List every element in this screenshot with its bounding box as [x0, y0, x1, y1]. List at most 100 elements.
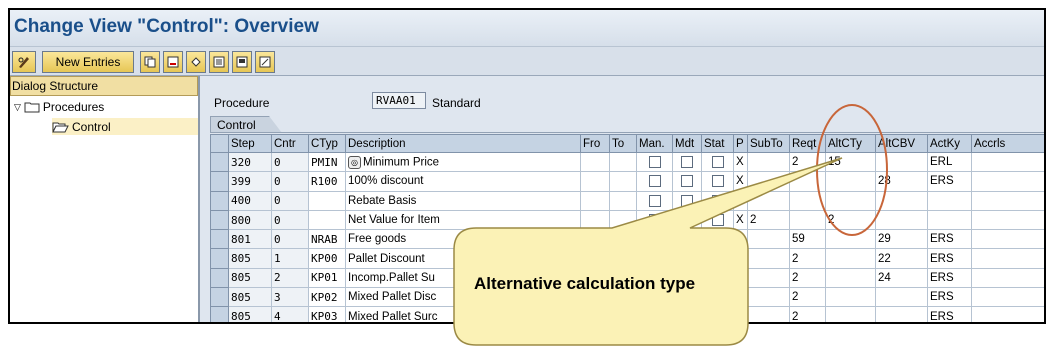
checkbox[interactable]: [681, 310, 693, 322]
col-ctyp[interactable]: CTyp: [308, 134, 346, 153]
cell-subto[interactable]: [747, 171, 790, 192]
procedure-field[interactable]: RVAA01: [372, 92, 426, 109]
checkbox[interactable]: [711, 252, 724, 265]
cell-cntr[interactable]: 0: [271, 151, 309, 173]
cell-cntr[interactable]: 0: [271, 171, 309, 192]
cell-accrls[interactable]: [971, 151, 1044, 173]
cell-description[interactable]: Net Value for Item: [345, 209, 581, 231]
cell-subto[interactable]: [747, 151, 790, 173]
row-selector[interactable]: [210, 209, 229, 231]
cell-stat[interactable]: [701, 306, 734, 322]
col-stat[interactable]: Stat: [701, 134, 734, 153]
cell-fro[interactable]: [580, 209, 610, 231]
row-selector[interactable]: [210, 306, 229, 322]
select-block-button[interactable]: [232, 51, 252, 73]
cell-mdt[interactable]: [672, 190, 702, 211]
col-altcbv[interactable]: AltCBV: [875, 134, 928, 153]
tree-item-control[interactable]: Control: [52, 118, 198, 135]
checkbox[interactable]: [711, 194, 724, 207]
cell-altcty[interactable]: 15: [825, 151, 876, 173]
cell-altcty[interactable]: [825, 306, 876, 322]
table-row[interactable]: 320 0 PMIN ◎ Minimum Price X 2 15 ERL: [210, 151, 1044, 173]
cell-step[interactable]: 801: [228, 229, 272, 250]
cell-accrls[interactable]: [971, 306, 1044, 322]
checkbox[interactable]: [648, 310, 661, 322]
cell-accrls[interactable]: [971, 229, 1044, 250]
new-entries-button[interactable]: New Entries: [42, 51, 134, 73]
cell-actky[interactable]: ERS: [927, 171, 972, 192]
cell-accrls[interactable]: [971, 171, 1044, 192]
cell-accrls[interactable]: [971, 267, 1044, 289]
cell-stat[interactable]: [701, 248, 734, 269]
cell-to[interactable]: [609, 171, 637, 192]
cell-ctyp[interactable]: KP01: [308, 267, 346, 289]
cell-altcbv[interactable]: [875, 287, 928, 308]
cell-to[interactable]: [609, 209, 637, 231]
cell-step[interactable]: 400: [228, 190, 272, 211]
cell-to[interactable]: [609, 248, 637, 269]
cell-fro[interactable]: [580, 190, 610, 211]
cell-altcty[interactable]: [825, 248, 876, 269]
tree-item-procedures[interactable]: ▽ Procedures: [14, 100, 104, 114]
table-row[interactable]: 801 0 NRAB Free goods X 59 29 ERS: [210, 229, 1044, 250]
row-selector[interactable]: [210, 190, 229, 211]
cell-altcbv[interactable]: 24: [875, 267, 928, 289]
table-row[interactable]: 400 0 Rebate Basis: [210, 190, 1044, 211]
cell-mdt[interactable]: [672, 171, 702, 192]
cell-to[interactable]: [609, 190, 637, 211]
cell-fro[interactable]: [580, 151, 610, 173]
table-row[interactable]: 805 1 KP00 Pallet Discount 2 22 ERS: [210, 248, 1044, 269]
cell-cntr[interactable]: 0: [271, 209, 309, 231]
cell-altcty[interactable]: [825, 287, 876, 308]
col-accrls[interactable]: Accrls: [971, 134, 1044, 153]
cell-fro[interactable]: [580, 171, 610, 192]
cell-mdt[interactable]: [672, 209, 702, 231]
cell-subto[interactable]: [747, 190, 790, 211]
cell-actky[interactable]: [927, 190, 972, 211]
cell-subto[interactable]: [747, 267, 790, 289]
cell-man[interactable]: [636, 229, 673, 250]
checkbox[interactable]: [711, 214, 724, 227]
cell-p[interactable]: X: [733, 151, 748, 173]
checkbox[interactable]: [681, 252, 693, 265]
table-row[interactable]: 800 0 Net Value for Item X 2 2: [210, 209, 1044, 231]
cell-p[interactable]: [733, 267, 748, 289]
cell-man[interactable]: [636, 171, 673, 192]
cell-reqt[interactable]: 2: [789, 151, 826, 173]
cell-p[interactable]: [733, 190, 748, 211]
table-row[interactable]: 805 4 KP03 Mixed Pallet Surc 2 ERS: [210, 306, 1044, 322]
col-altcty[interactable]: AltCTy: [825, 134, 876, 153]
col-step[interactable]: Step: [228, 134, 272, 153]
cell-reqt[interactable]: 2: [789, 287, 826, 308]
checkbox[interactable]: [711, 175, 724, 188]
table-row[interactable]: 399 0 R100 100% discount X 28 ERS: [210, 171, 1044, 192]
cell-ctyp[interactable]: KP03: [308, 306, 346, 322]
cell-ctyp[interactable]: KP00: [308, 248, 346, 269]
cell-altcbv[interactable]: [875, 151, 928, 173]
cell-actky[interactable]: ERS: [927, 229, 972, 250]
row-selector[interactable]: [210, 151, 229, 173]
cell-actky[interactable]: [927, 209, 972, 231]
display-change-button[interactable]: [12, 51, 36, 73]
col-man[interactable]: Man.: [636, 134, 673, 153]
cell-fro[interactable]: [580, 229, 610, 250]
col-fro[interactable]: Fro: [580, 134, 610, 153]
checkbox[interactable]: [648, 214, 661, 227]
cell-ctyp[interactable]: PMIN: [308, 151, 346, 173]
checkbox[interactable]: [681, 214, 693, 227]
cell-altcbv[interactable]: [875, 190, 928, 211]
cell-ctyp[interactable]: [308, 209, 346, 231]
row-selector[interactable]: [210, 229, 229, 250]
cell-description[interactable]: ◎ Minimum Price: [345, 151, 581, 173]
cell-accrls[interactable]: [971, 209, 1044, 231]
cell-accrls[interactable]: [971, 190, 1044, 211]
row-selector[interactable]: [210, 267, 229, 289]
checkbox[interactable]: [711, 156, 724, 169]
cell-altcbv[interactable]: 22: [875, 248, 928, 269]
cell-fro[interactable]: [580, 248, 610, 269]
select-all-button[interactable]: [209, 51, 229, 73]
cell-p[interactable]: X: [733, 209, 748, 231]
cell-step[interactable]: 805: [228, 267, 272, 289]
cell-subto[interactable]: [747, 287, 790, 308]
cell-altcbv[interactable]: 28: [875, 171, 928, 192]
